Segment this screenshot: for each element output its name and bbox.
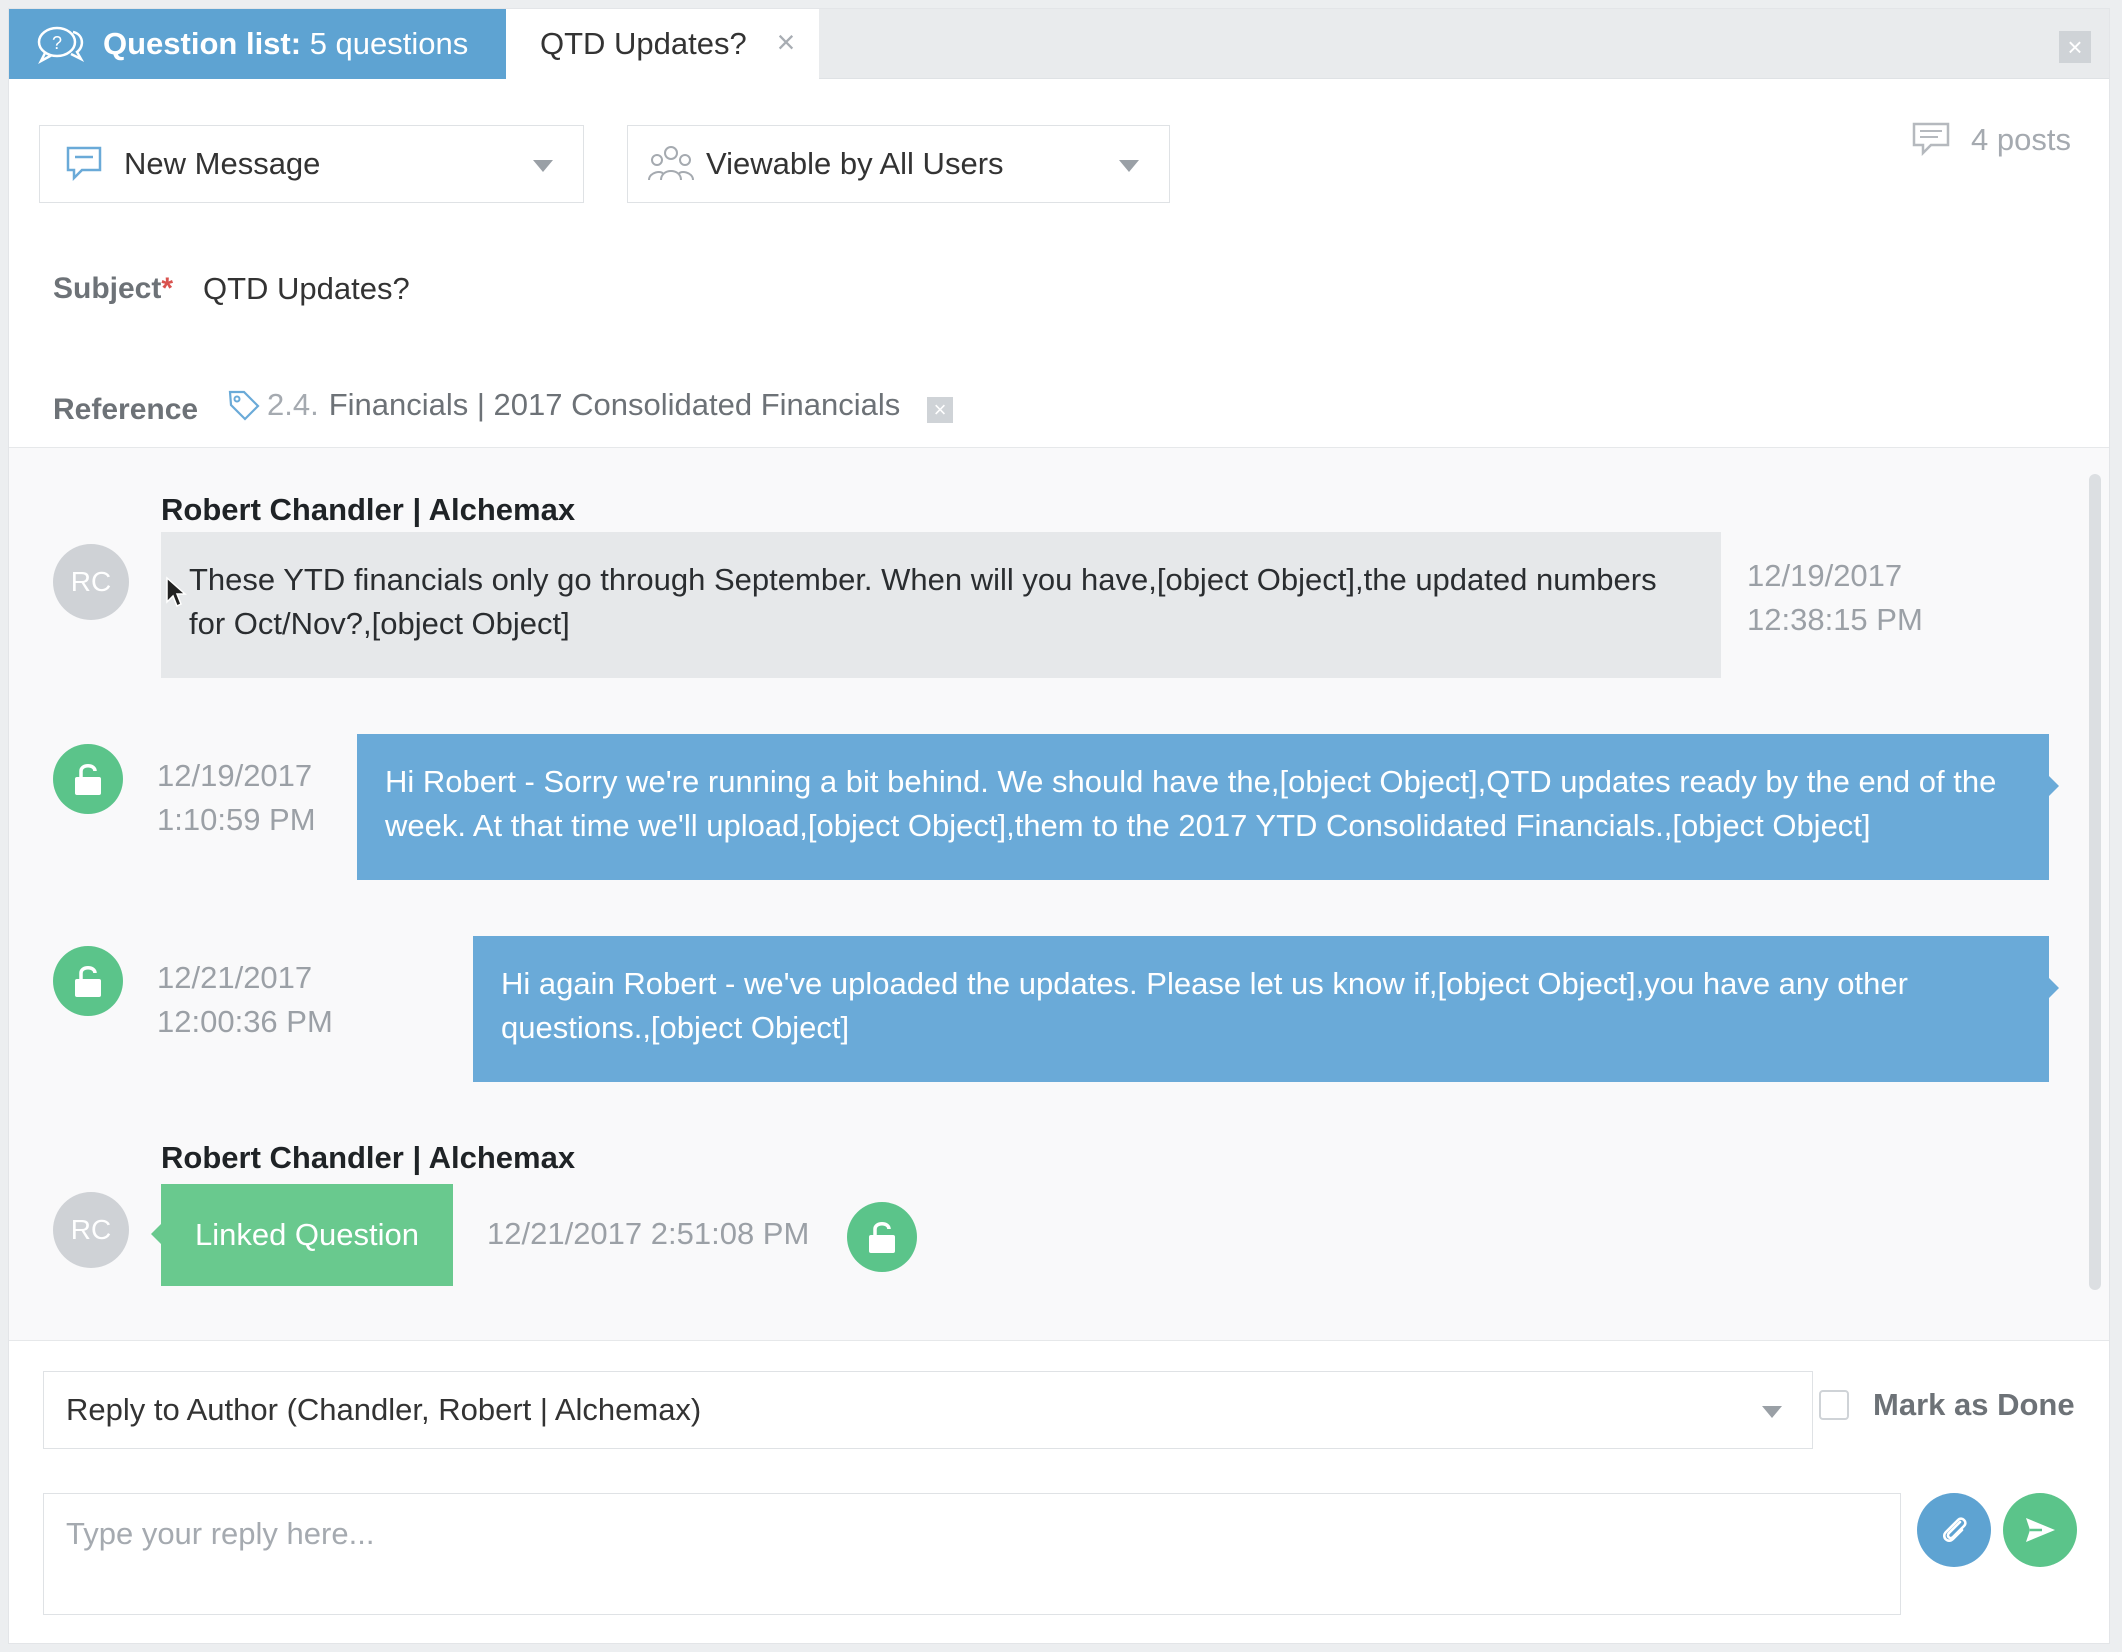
reply-recipient-value: Reply to Author (Chandler, Robert | Alch… [66,1392,702,1427]
svg-text:?: ? [52,33,62,53]
comments-icon [1912,122,1950,157]
mouse-cursor-icon [166,576,187,608]
chevron-down-icon [1119,160,1139,172]
message-bubble: Hi Robert - Sorry we're running a bit be… [357,734,2059,880]
tab-bar: ? Question list: 5 questions QTD Updates… [9,9,2109,79]
send-icon [2026,1518,2055,1542]
conversation-thread: Robert Chandler | Alchemax RC These YTD … [9,447,2109,1341]
message-time: 12:00:36 PM [157,1004,333,1039]
tag-icon [228,390,260,421]
mark-done-label: Mark as Done [1873,1387,2075,1422]
message-type-dropdown[interactable]: New Message [39,125,584,203]
subject-label: Subject* [53,272,173,306]
message-bubble: These YTD financials only go through Sep… [161,532,1721,678]
visibility-dropdown[interactable]: Viewable by All Users [627,125,1170,203]
visibility-value: Viewable by All Users [706,146,1004,181]
mark-as-done[interactable]: Mark as Done [1819,1387,2075,1423]
scrollbar[interactable] [2089,474,2101,1290]
question-count: 5 questions [309,26,469,61]
reference-tag[interactable]: 2.4. Financials | 2017 Consolidated Fina… [227,387,900,423]
attach-button[interactable] [1917,1493,1991,1567]
message-time: 1:10:59 PM [157,802,316,837]
reference-path: Financials | 2017 Consolidated Financial… [328,387,901,422]
message-date: 12/21/2017 [157,960,313,995]
reference-number: 2.4. [267,387,319,422]
unlocked-avatar [53,744,123,814]
unlock-icon [75,966,101,997]
unlocked-avatar [53,946,123,1016]
mark-done-checkbox[interactable] [1819,1390,1849,1420]
message-type-value: New Message [124,146,321,181]
unlock-status-icon[interactable] [847,1202,917,1272]
message-date: 12/19/2017 [1747,558,1903,593]
linked-question-button[interactable]: Linked Question [151,1184,453,1286]
message-bubble: Hi again Robert - we've uploaded the upd… [473,936,2059,1082]
message-icon [66,146,102,182]
question-window: ? Question list: 5 questions QTD Updates… [8,8,2110,1644]
chevron-down-icon [1762,1406,1782,1418]
tab-question-list[interactable]: ? Question list: 5 questions [9,9,506,79]
unlock-icon [75,764,101,795]
reply-input[interactable] [43,1493,1901,1615]
message-timestamp: 12/21/2017 2:51:08 PM [487,1216,810,1251]
reference-label: Reference [53,393,199,426]
reply-recipient-dropdown[interactable]: Reply to Author (Chandler, Robert | Alch… [43,1371,1813,1449]
chevron-down-icon [533,160,553,172]
posts-count: 4 posts [1911,121,2071,159]
message-author: Robert Chandler | Alchemax [161,492,576,527]
message-author: Robert Chandler | Alchemax [161,1140,576,1175]
tab-qtd-updates[interactable]: QTD Updates? × [506,9,819,79]
paperclip-icon [1943,1517,1967,1542]
tab-label: QTD Updates? [540,26,747,61]
remove-reference-icon[interactable]: × [927,397,953,423]
subject-label-text: Subject [53,272,162,305]
send-button[interactable] [2003,1493,2077,1567]
close-tab-icon[interactable]: × [771,26,801,58]
question-bubbles-icon: ? [37,26,85,64]
required-marker: * [161,272,174,305]
avatar: RC [53,544,129,620]
message-time: 12:38:15 PM [1747,602,1923,637]
posts-count-text: 4 posts [1971,122,2071,157]
avatar: RC [53,1192,129,1268]
close-window-icon[interactable]: × [2059,31,2091,63]
message-date: 12/19/2017 [157,758,313,793]
users-group-icon [648,146,694,181]
question-list-label: Question list: [103,26,302,61]
subject-value: QTD Updates? [203,271,410,306]
unlock-icon [869,1222,895,1253]
